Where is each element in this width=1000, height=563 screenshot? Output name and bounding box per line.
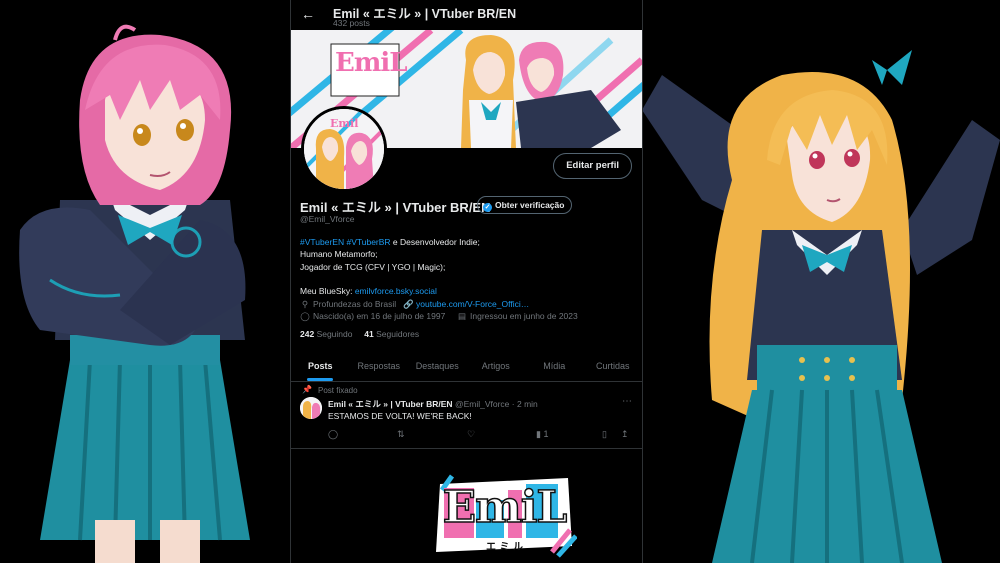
profile-bio: #VTuberEN #VTuberBR e Desenvolvedor Indi…	[300, 236, 480, 297]
pinned-label: Post fixado	[318, 386, 358, 395]
following-label: Seguindo	[316, 329, 353, 339]
logo-subtext: エ ミ ル	[486, 542, 523, 553]
views-count: 1	[543, 429, 549, 439]
bio-text: e Desenvolvedor Indie;	[390, 237, 480, 247]
location-row: ⚲ Profundezas do Brasil	[300, 299, 396, 310]
balloon-icon: ◯	[300, 311, 310, 321]
hashtag-link[interactable]: #VTuberBR	[346, 237, 390, 247]
left-character-illustration	[0, 0, 290, 563]
logo-text: EmiL	[442, 481, 568, 534]
tab-replies[interactable]: Respostas	[350, 355, 409, 381]
pin-icon: 📌	[302, 385, 312, 394]
post-author-avatar[interactable]	[300, 397, 322, 419]
views-button[interactable]: ▮ 1	[536, 429, 548, 440]
bluesky-link[interactable]: emilvforce.bsky.social	[355, 286, 437, 296]
get-verified-button[interactable]: ✓ Obter verificação	[477, 196, 573, 214]
link-icon: 🔗	[403, 299, 414, 309]
bio-text: Jogador de TCG (CFV | YGO | Magic);	[300, 261, 446, 272]
bio-text: Humano Metamorfo;	[300, 249, 378, 260]
joined-row: ▤ Ingressou em junho de 2023	[457, 311, 578, 322]
hashtag-link[interactable]: #VTuberEN	[300, 237, 344, 247]
follow-stats: 242 Seguindo 41 Seguidores	[300, 329, 419, 339]
following-count: 242	[300, 329, 315, 339]
calendar-icon: ▤	[457, 311, 467, 321]
arrow-left-icon[interactable]: ←	[301, 6, 315, 22]
tab-likes[interactable]: Curtidas	[584, 355, 643, 381]
tab-highlights[interactable]: Destaques	[408, 355, 467, 381]
banner-logo-text: EmiL	[335, 48, 407, 78]
website-row: 🔗 youtube.com/V-Force_Offici…	[403, 299, 529, 310]
right-character-illustration	[642, 0, 1000, 563]
post-time[interactable]: 2 min	[517, 399, 538, 409]
location-text: Profundezas do Brasil	[313, 299, 397, 309]
post-text: ESTAMOS DE VOLTA! WE'RE BACK!	[328, 411, 472, 421]
post-author-handle[interactable]: @Emil_Vforce	[455, 399, 509, 409]
svg-text:Emil: Emil	[330, 117, 358, 130]
profile-avatar[interactable]: Emil	[301, 106, 387, 192]
get-verified-label: Obter verificação	[495, 200, 565, 210]
website-link[interactable]: youtube.com/V-Force_Offici…	[416, 299, 529, 309]
more-options-icon[interactable]: ⋯	[622, 396, 632, 407]
following-link[interactable]: 242 Seguindo	[300, 329, 352, 339]
post-separator: ·	[511, 399, 515, 409]
profile-handle: @Emil_Vforce	[300, 214, 355, 224]
post-header: Emil « エミル » | VTuber BR/EN @Emil_Vforce…	[328, 398, 538, 410]
verified-badge-icon: ✓	[483, 203, 492, 212]
views-icon: ▮	[536, 429, 541, 439]
followers-count: 41	[364, 329, 374, 339]
post-actions: ◯ ⇅ ♡ ▮ 1 ▯ ↥	[328, 429, 633, 443]
profile-tabs: Posts Respostas Destaques Artigos Mídia …	[291, 355, 642, 382]
profile-header-bar: ← Emil « エミル » | VTuber BR/EN 432 posts	[291, 0, 642, 30]
tab-articles[interactable]: Artigos	[467, 355, 526, 381]
tab-posts[interactable]: Posts	[291, 355, 350, 381]
like-icon[interactable]: ♡	[467, 429, 475, 440]
post-author-name[interactable]: Emil « エミル » | VTuber BR/EN	[328, 399, 453, 409]
repost-icon[interactable]: ⇅	[397, 429, 405, 440]
bio-text: Meu BlueSky:	[300, 286, 355, 297]
joined-text: Ingressou em junho de 2023	[470, 311, 578, 321]
bookmark-icon[interactable]: ▯	[602, 429, 607, 440]
edit-profile-button[interactable]: Editar perfil	[553, 153, 632, 179]
emil-logo: EmiL エ ミ ル	[432, 470, 577, 558]
tab-media[interactable]: Mídia	[525, 355, 584, 381]
followers-label: Seguidores	[376, 329, 420, 339]
birthday-text: Nascido(a) em 16 de julho de 1997	[313, 311, 446, 321]
followers-link[interactable]: 41 Seguidores	[364, 329, 419, 339]
header-posts-count: 432 posts	[333, 18, 370, 28]
reply-icon[interactable]: ◯	[328, 429, 338, 440]
post-divider	[291, 448, 642, 449]
location-pin-icon: ⚲	[301, 299, 309, 309]
share-icon[interactable]: ↥	[621, 429, 629, 440]
birthday-row: ◯ Nascido(a) em 16 de julho de 1997	[300, 311, 445, 322]
